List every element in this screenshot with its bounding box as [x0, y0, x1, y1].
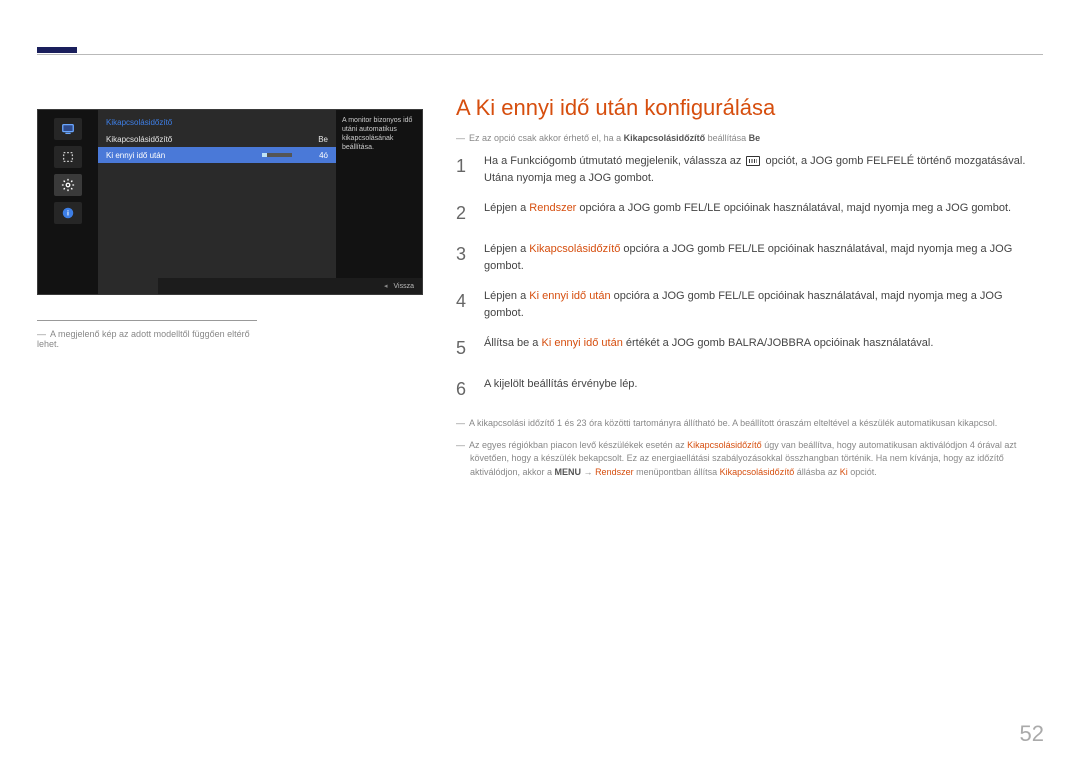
osd-slider [262, 153, 292, 157]
step: 6 A kijelölt beállítás érvénybe lép. [456, 376, 1042, 403]
footnote: ―Az egyes régiókban piacon levő készülék… [456, 439, 1042, 480]
step-text: A kijelölt beállítás érvénybe lép. [484, 376, 637, 403]
step: 2 Lépjen a Rendszer opcióra a JOG gomb FE… [456, 200, 1042, 227]
step-number: 4 [456, 288, 470, 321]
step: 1 Ha a Funkciógomb útmutató megjelenik, v… [456, 153, 1042, 186]
header-rule [37, 54, 1043, 66]
menu-icon [746, 156, 760, 166]
osd-row-label: Kikapcsolásidőzítő [106, 135, 256, 144]
step-text: Ha a Funkciógomb útmutató megjelenik, vá… [484, 153, 1042, 186]
step-number: 6 [456, 376, 470, 403]
header-accent [37, 47, 77, 53]
step-number: 3 [456, 241, 470, 274]
osd-row-value: 4ó [298, 151, 328, 160]
osd-screenshot: i Kikapcsolásidőzítő Kikapcsolásidőzítő … [37, 109, 423, 295]
step-number: 1 [456, 153, 470, 186]
osd-row-label: Ki ennyi idő után [106, 151, 256, 160]
osd-back-label: Vissza [394, 283, 415, 290]
content-area: A Ki ennyi idő után konfigurálása ―Ez az… [456, 95, 1042, 487]
step: 5 Állítsa be a Ki ennyi idő után értékét … [456, 335, 1042, 362]
step-text: Lépjen a Kikapcsolásidőzítő opcióra a JO… [484, 241, 1042, 274]
step-number: 5 [456, 335, 470, 362]
post-notes: ―A kikapcsolási időzítő 1 és 23 óra közö… [456, 417, 1042, 479]
osd-disclaimer: A megjelenő kép az adott modelltől függő… [37, 320, 257, 349]
osd-description: A monitor bizonyos idő utáni automatikus… [336, 110, 422, 294]
osd-sidebar: i [38, 110, 98, 294]
osd-gear-icon [54, 174, 82, 196]
step-number: 2 [456, 200, 470, 227]
step-text: Állítsa be a Ki ennyi idő után értékét a… [484, 335, 933, 362]
availability-note: ―Ez az opció csak akkor érhető el, ha a … [456, 133, 1042, 143]
step: 4 Lépjen a Ki ennyi idő után opcióra a JO… [456, 288, 1042, 321]
footnote: ―A kikapcsolási időzítő 1 és 23 óra közö… [456, 417, 1042, 431]
step-text: Lépjen a Rendszer opcióra a JOG gomb FEL… [484, 200, 1011, 227]
osd-monitor-icon [54, 118, 82, 140]
osd-frame-icon [54, 146, 82, 168]
page-number: 52 [1020, 721, 1044, 747]
step: 3 Lépjen a Kikapcsolásidőzítő opcióra a J… [456, 241, 1042, 274]
osd-footer: ◂ Vissza [158, 278, 422, 294]
osd-arrow-left-icon: ◂ [384, 282, 388, 290]
step-text: Lépjen a Ki ennyi idő után opcióra a JOG… [484, 288, 1042, 321]
svg-text:i: i [67, 211, 69, 218]
osd-info-icon: i [54, 202, 82, 224]
page-title: A Ki ennyi idő után konfigurálása [456, 95, 1042, 121]
steps-list: 1 Ha a Funkciógomb útmutató megjelenik, v… [456, 153, 1042, 403]
osd-main: Kikapcsolásidőzítő Kikapcsolásidőzítő Be… [98, 110, 422, 294]
osd-row-value: Be [298, 135, 328, 144]
